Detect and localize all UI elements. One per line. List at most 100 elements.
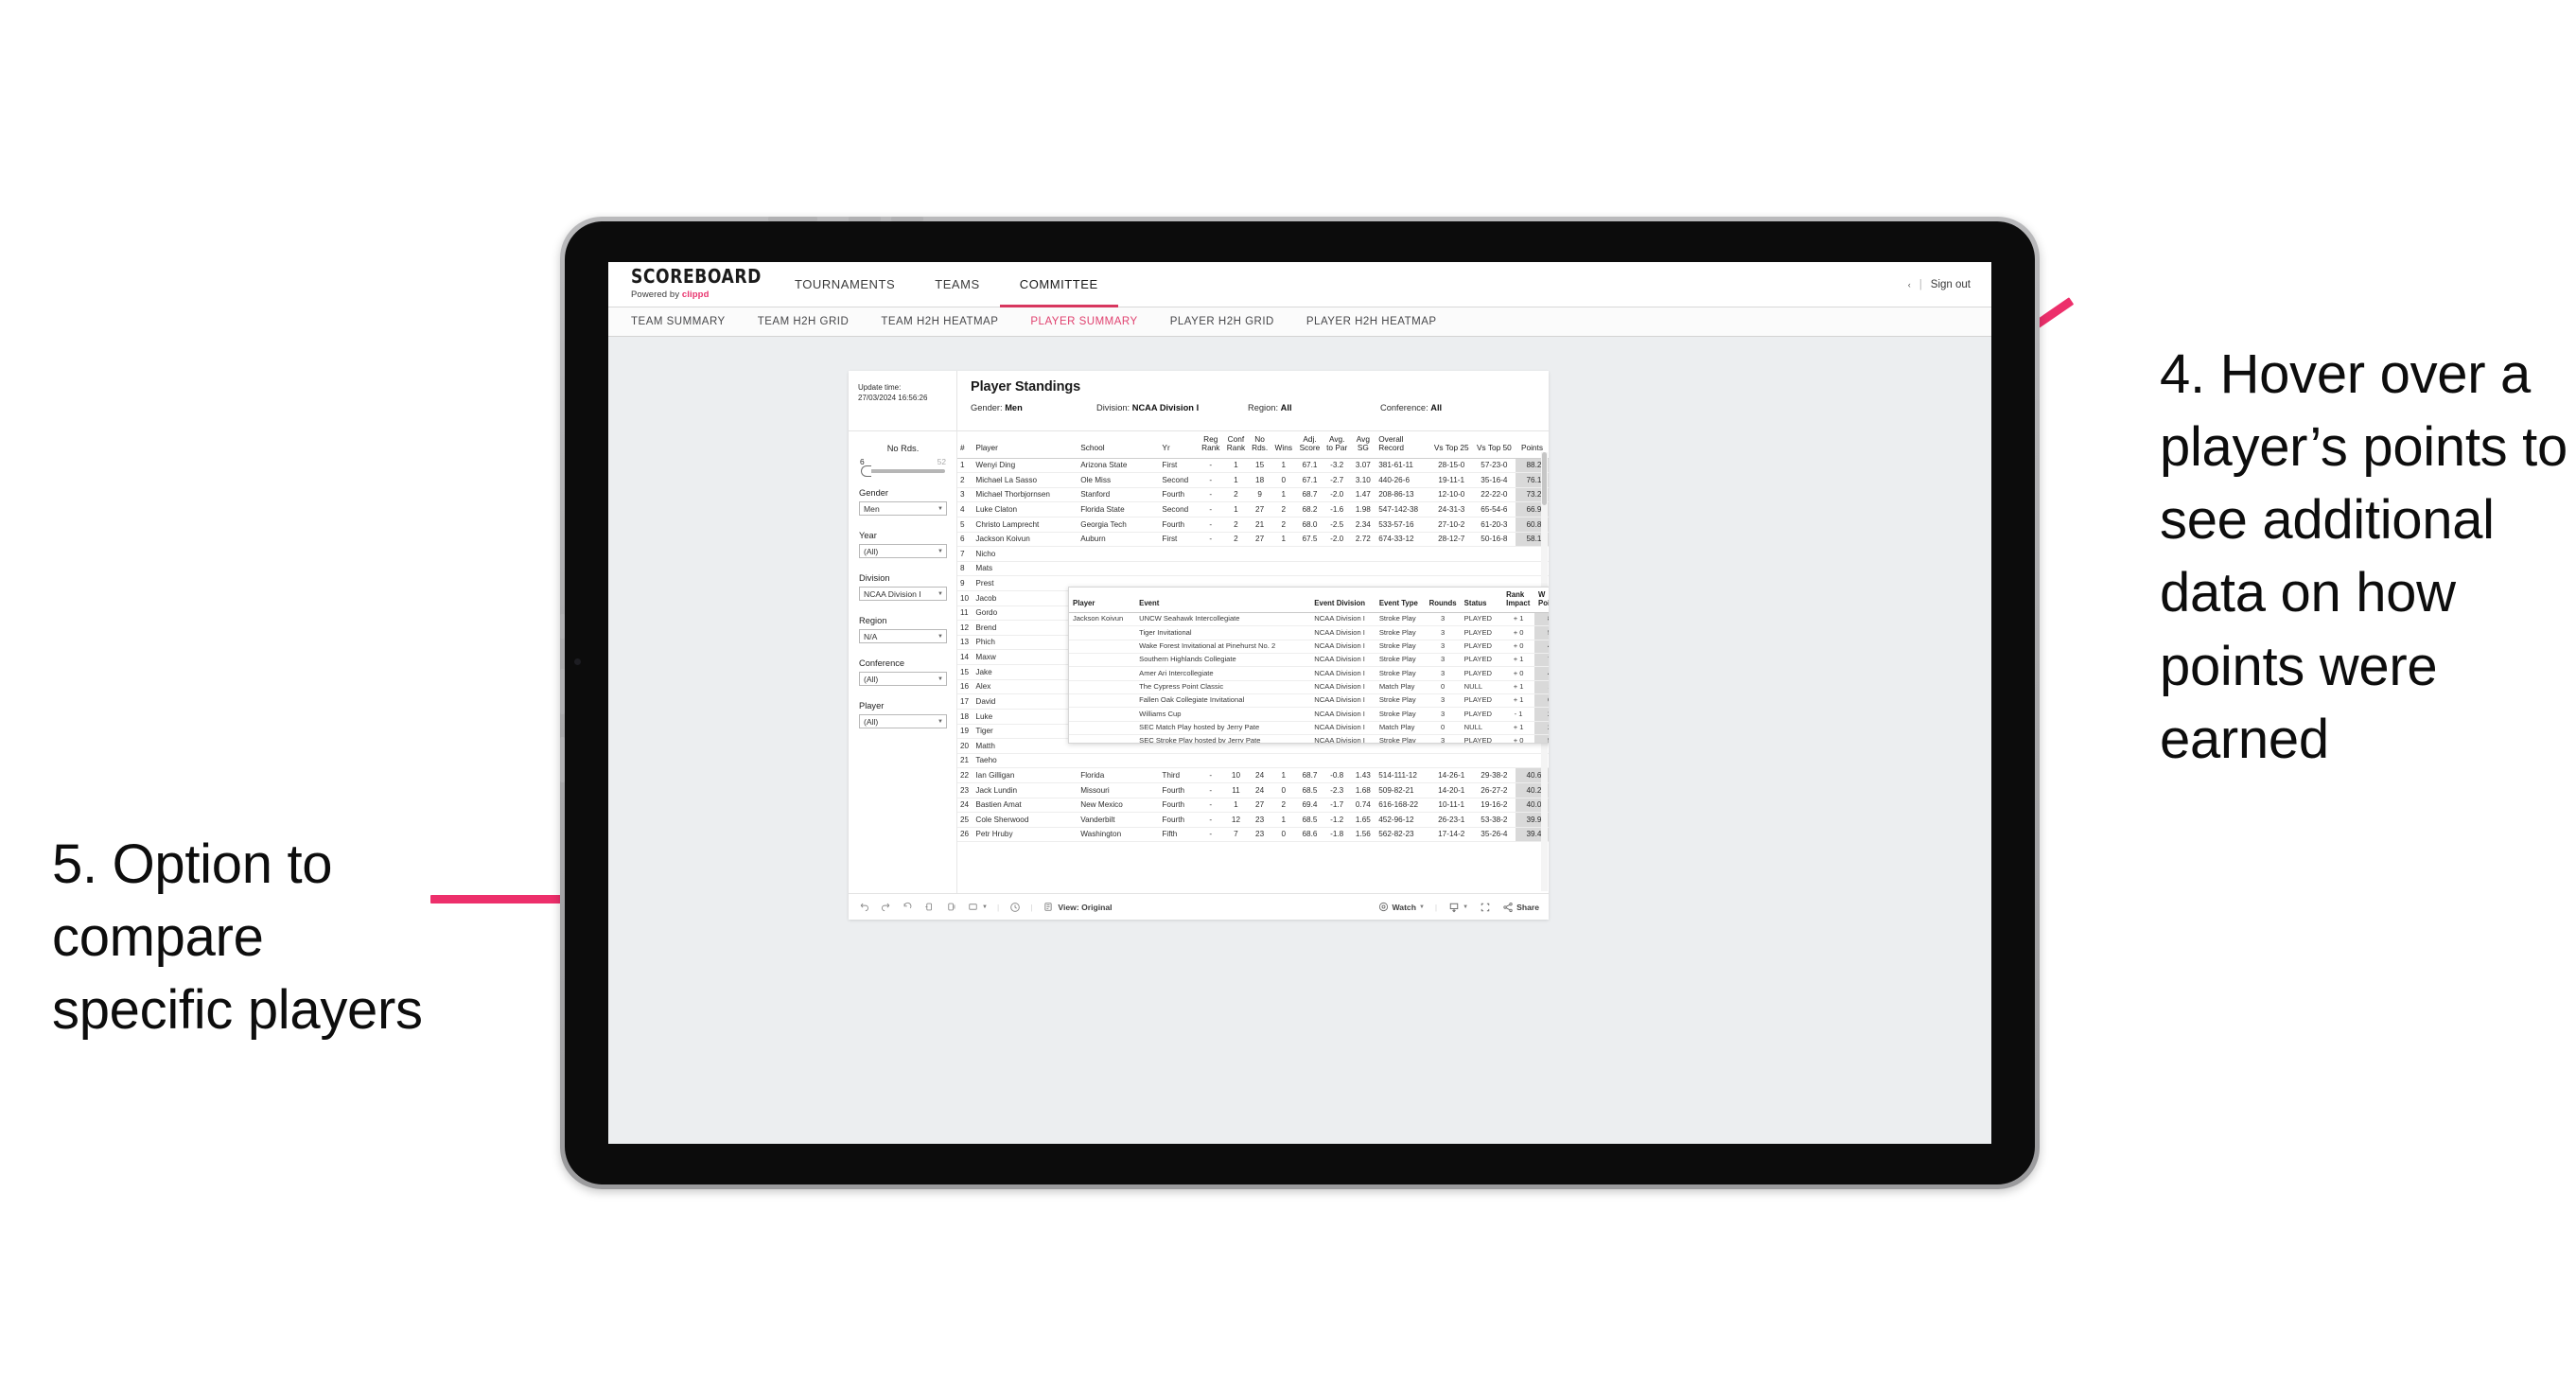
tooltip-status-cell: PLAYED (1460, 693, 1503, 709)
chevron-down-icon[interactable]: ▼ (1419, 904, 1425, 910)
table-row[interactable]: 3 Michael Thorbjornsen Stanford Fourth -2 9 1 6… (957, 487, 1549, 503)
watch-button[interactable]: Watch ▼ (1377, 901, 1425, 913)
chevron-down-icon[interactable]: ▼ (1463, 904, 1468, 910)
table-row[interactable]: 7 Nicho (957, 546, 1549, 562)
avg-to-par-cell: -1.6 (1323, 501, 1351, 518)
slider-handle[interactable] (861, 465, 871, 477)
col-header-year[interactable]: Yr (1159, 431, 1199, 459)
adj-score-cell (1296, 546, 1323, 562)
table-row[interactable]: 22 Ian Gilligan Florida Third -10 24 1 68.7 -0.8… (957, 767, 1549, 783)
table-row[interactable]: 24 Bastien Amat New Mexico Fourth -1 27 2 69.4-… (957, 798, 1549, 814)
no-rounds-slider[interactable] (861, 465, 945, 477)
brand-logo[interactable]: SCOREBOARD Powered by clippd (608, 262, 775, 307)
filter-conference-select[interactable]: (All) ▼ (859, 672, 947, 686)
device-icon[interactable] (967, 901, 979, 913)
update-time-value: 27/03/2024 16:56:26 (858, 394, 928, 403)
sign-out-link[interactable]: Sign out (1931, 279, 1971, 290)
table-scrollbar-thumb[interactable] (1542, 452, 1547, 505)
year-cell: Fourth (1159, 517, 1199, 533)
view-original-button[interactable]: View: Original (1042, 901, 1113, 913)
nav-item-tournaments[interactable]: TOURNAMENTS (775, 262, 915, 307)
tooltip-player-cell (1069, 693, 1136, 709)
col-header-player[interactable]: Player (973, 431, 1078, 459)
col-header-vs-top-50[interactable]: Vs Top 50 (1472, 431, 1516, 459)
fullscreen-icon[interactable] (1479, 901, 1491, 913)
tooltip-status-cell: PLAYED (1460, 640, 1503, 655)
conf-rank-cell: 11 (1223, 782, 1249, 798)
revert-icon[interactable] (902, 901, 914, 913)
filter-no-rounds-label: No Rds. (886, 444, 920, 453)
col-header-rank[interactable]: # (957, 431, 973, 459)
table-row[interactable]: 23 Jack Lundin Missouri Fourth -11 24 0 68.5 -2.… (957, 782, 1549, 798)
power-button[interactable] (768, 217, 817, 221)
nav-item-teams[interactable]: TEAMS (915, 262, 1000, 307)
tablet-device-frame: SCOREBOARD Powered by clippd TOURNAMENTS… (560, 217, 2040, 1189)
avg-to-par-cell: -2.3 (1323, 782, 1351, 798)
pause-updates-icon[interactable] (945, 901, 957, 913)
col-header-wins[interactable]: Wins (1270, 431, 1297, 459)
filter-division-select[interactable]: NCAA Division I ▼ (859, 587, 947, 601)
tab-player-h2h-heatmap[interactable]: PLAYER H2H HEATMAP (1306, 316, 1453, 327)
table-row[interactable]: 8 Mats (957, 561, 1549, 577)
avg-sg-cell: 3.10 (1350, 472, 1376, 488)
redo-icon[interactable] (880, 901, 892, 913)
rank-cell: 24 (957, 798, 973, 814)
rank-cell: 3 (957, 487, 973, 503)
filter-year-select[interactable]: (All) ▼ (859, 544, 947, 558)
col-header-school[interactable]: School (1078, 431, 1160, 459)
table-row[interactable]: 2 Michael La Sasso Ole Miss Second -1 18 0 67.1… (957, 472, 1549, 488)
volume-up-button[interactable] (849, 217, 881, 221)
player-cell: Luke Claton (973, 501, 1078, 518)
adj-score-cell: 68.6 (1296, 827, 1323, 843)
no-rounds-cell: 27 (1248, 532, 1271, 548)
tooltip-status-cell: PLAYED (1460, 653, 1503, 668)
device-layout-group[interactable]: ▼ (967, 901, 988, 913)
refresh-icon[interactable] (923, 901, 936, 913)
tab-team-h2h-heatmap[interactable]: TEAM H2H HEATMAP (881, 316, 1014, 327)
rank-cell: 18 (957, 709, 973, 725)
tab-player-h2h-grid[interactable]: PLAYER H2H GRID (1170, 316, 1290, 327)
col-header-adj-score[interactable]: Adj. Score (1296, 431, 1323, 459)
filter-player-select[interactable]: (All) ▼ (859, 714, 947, 728)
col-header-no-rounds[interactable]: No Rds. (1248, 431, 1271, 459)
table-row[interactable]: 1 Wenyi Ding Arizona State First -1 15 1 67.1 -3… (957, 458, 1549, 474)
tab-team-summary[interactable]: TEAM SUMMARY (631, 316, 742, 327)
side-button-2[interactable] (560, 669, 565, 714)
clock-history-icon[interactable] (1008, 901, 1021, 913)
undo-icon[interactable] (858, 901, 870, 913)
volume-down-button[interactable] (891, 217, 923, 221)
nav-item-committee[interactable]: COMMITTEE (999, 262, 1118, 307)
viz-body: No Rds. 6 52 Gender Men ▼ Year (All) ▼ D… (849, 431, 1549, 893)
table-row[interactable]: 21 Taeho (957, 753, 1549, 769)
avg-to-par-cell: -2.0 (1323, 532, 1351, 548)
table-row[interactable]: 4 Luke Claton Florida State Second -1 27 2 68.2… (957, 501, 1549, 518)
col-header-avg-to-par[interactable]: Avg. to Par (1323, 431, 1351, 459)
table-row[interactable]: 25 Cole Sherwood Vanderbilt Fourth -12 23 1 68.… (957, 812, 1549, 828)
filter-gender-select[interactable]: Men ▼ (859, 501, 947, 516)
filter-region-select[interactable]: N/A ▼ (859, 629, 947, 643)
side-button-3[interactable] (560, 737, 565, 782)
share-button[interactable]: Share (1501, 901, 1539, 913)
vs-top25-cell (1429, 546, 1473, 562)
chevron-left-icon[interactable]: ‹ (1908, 280, 1911, 289)
table-row[interactable]: 6 Jackson Koivun Auburn First -2 27 1 67.5 -2.0 2… (957, 532, 1549, 548)
tab-team-h2h-grid[interactable]: TEAM H2H GRID (758, 316, 866, 327)
overall-record-cell: 547-142-38 (1376, 501, 1430, 518)
col-header-avg-sg[interactable]: Avg SG (1350, 431, 1376, 459)
avg-to-par-cell: -0.8 (1323, 767, 1351, 783)
table-row[interactable]: 5 Christo Lamprecht Georgia Tech Fourth -2 21… (957, 517, 1549, 533)
tab-player-summary[interactable]: PLAYER SUMMARY (1030, 316, 1153, 327)
tooltip-event-cell: Southern Highlands Collegiate (1135, 653, 1311, 668)
wins-cell (1270, 753, 1297, 769)
side-button-1[interactable] (560, 614, 565, 639)
avg-sg-cell: 2.34 (1350, 517, 1376, 533)
table-row[interactable]: 26 Petr Hruby Washington Fifth -7 23 0 68.6 -1.8… (957, 827, 1549, 843)
rank-cell: 4 (957, 501, 973, 518)
download-button[interactable]: ▼ (1447, 901, 1468, 913)
col-header-reg-rank[interactable]: Reg Rank (1198, 431, 1224, 459)
col-header-overall-record[interactable]: Overall Record (1376, 431, 1430, 459)
front-camera (574, 658, 581, 665)
chevron-down-icon[interactable]: ▼ (982, 904, 988, 910)
col-header-vs-top-25[interactable]: Vs Top 25 (1429, 431, 1473, 459)
col-header-conf-rank[interactable]: Conf Rank (1223, 431, 1249, 459)
